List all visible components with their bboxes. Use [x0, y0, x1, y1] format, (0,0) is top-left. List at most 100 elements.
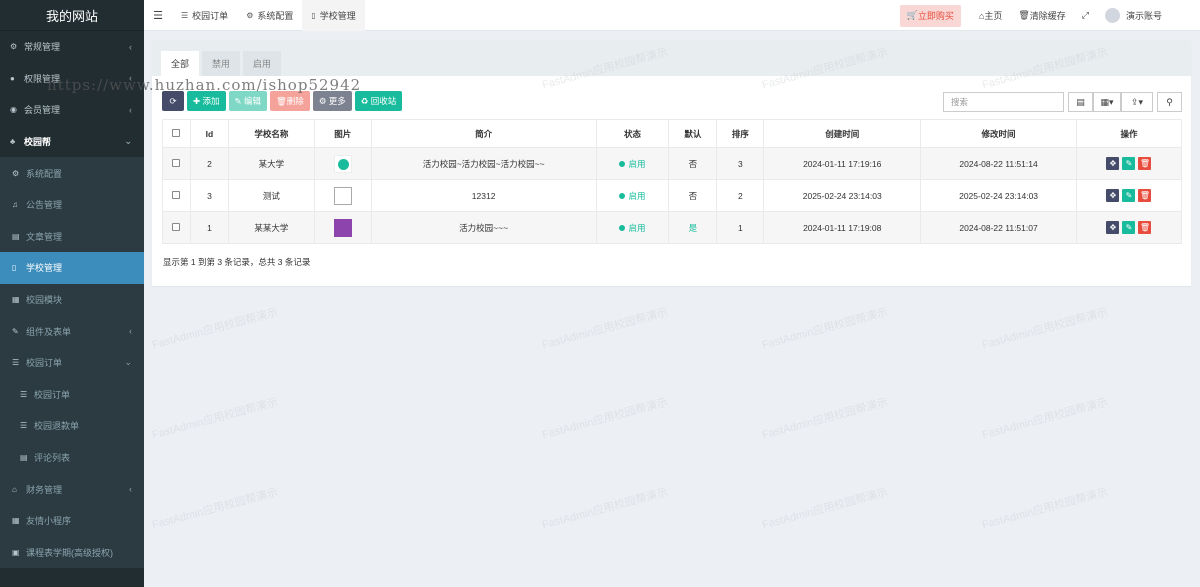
refresh-button[interactable]: ⟳ — [162, 91, 184, 111]
school-image[interactable] — [333, 186, 352, 205]
col-sort[interactable]: 排序 — [716, 119, 765, 148]
watermark: FastAdmin应用校园帮演示 — [150, 396, 280, 442]
delete-row-icon[interactable]: 🗑 — [1138, 189, 1152, 202]
school-image[interactable] — [333, 218, 352, 237]
menu-toggle-icon[interactable]: ☰ — [144, 9, 172, 22]
col-actions: 操作 — [1075, 119, 1183, 148]
pencil-icon: ✎ — [234, 95, 244, 106]
sidebar-item-orders-group[interactable]: ☰ 校园订单 ⌄ — [0, 346, 144, 379]
col-created: 创建时间 — [763, 119, 922, 148]
table-row[interactable]: 2 某大学 活力校园~活力校园~活力校园~~ 启用 否 3 2024-01-11… — [162, 147, 1183, 180]
delete-button[interactable]: 🗑 删除 — [270, 91, 310, 111]
avatar — [1104, 8, 1120, 23]
delete-row-icon[interactable]: 🗑 — [1138, 221, 1152, 234]
sidebar-item-refunds[interactable]: ☰ 校园退款单 — [0, 410, 144, 442]
clear-cache-link[interactable]: 🗑 清除缓存 — [1010, 0, 1073, 31]
edit-row-icon[interactable]: ✎ — [1122, 189, 1136, 202]
export-icon[interactable]: ⇪▾ — [1121, 92, 1153, 112]
tab-campus-orders[interactable]: ☰ 校园订单 — [172, 0, 237, 31]
sidebar-item-module[interactable]: ▦ 校园模块 — [0, 283, 144, 316]
drag-sort-icon[interactable]: ✥ — [1106, 189, 1120, 202]
sidebar-item-miniapp[interactable]: ▦ 友情小程序 — [0, 504, 144, 537]
watermark: FastAdmin应用校园帮演示 — [760, 396, 890, 442]
edit-button[interactable]: ✎ 编辑 — [228, 91, 267, 111]
col-default: 默认 — [668, 119, 718, 148]
table-row[interactable]: 3 测试 12312 启用 否 2 2025-02-24 23:14:03 20… — [162, 179, 1183, 212]
sidebar-item-comments[interactable]: ▤ 评论列表 — [0, 441, 144, 474]
school-image[interactable] — [333, 154, 352, 173]
row-checkbox[interactable] — [172, 158, 181, 167]
edit-icon: ✎ — [12, 326, 19, 336]
select-all-checkbox[interactable] — [172, 128, 181, 137]
sidebar-item-components[interactable]: ✎ 组件及表单 ‹ — [0, 315, 144, 347]
sidebar-item-orders[interactable]: ☰ 校园订单 — [0, 378, 144, 411]
status-dot-icon — [619, 225, 626, 232]
col-desc: 简介 — [370, 119, 597, 148]
users-icon: ● — [10, 73, 15, 83]
home-link[interactable]: ⌂ 主页 — [971, 0, 1010, 31]
tab-disabled[interactable]: 禁用 — [202, 51, 241, 76]
th-icon: ▦ — [12, 516, 20, 526]
add-button[interactable]: ✚ 添加 — [187, 91, 226, 111]
buy-now-button[interactable]: 🛒 立即购买 — [899, 4, 961, 27]
tab-all[interactable]: 全部 — [161, 51, 200, 76]
sidebar-item-sysconfig[interactable]: ⚙ 系统配置 — [0, 157, 144, 189]
sidebar-item-school[interactable]: ▯ 学校管理 — [0, 252, 144, 284]
edit-row-icon[interactable]: ✎ — [1122, 157, 1136, 170]
columns-icon[interactable]: ▦▾ — [1093, 92, 1121, 112]
sidebar-item-general[interactable]: ⚙ 常规管理 ‹ — [0, 31, 144, 63]
site-logo[interactable]: 我的网站 — [0, 0, 144, 31]
watermark: FastAdmin应用校园帮演示 — [760, 306, 890, 352]
search-toggle-icon[interactable]: ⚲ — [1157, 92, 1182, 112]
row-checkbox[interactable] — [172, 222, 181, 231]
recycle-bin-button[interactable]: ♻ 回收站 — [354, 91, 403, 111]
table-header: Id 学校名称 图片 简介 状态 默认 排序 创建时间 修改时间 操作 — [162, 119, 1183, 148]
chevron-down-icon: ⌄ — [124, 357, 132, 368]
col-name[interactable]: 学校名称 — [227, 119, 315, 148]
fullscreen-icon[interactable]: ⤢ — [1074, 0, 1097, 31]
row-checkbox[interactable] — [172, 190, 181, 199]
chevron-left-icon: ‹ — [129, 326, 132, 337]
delete-row-icon[interactable]: 🗑 — [1138, 157, 1152, 170]
more-button[interactable]: ⚙ 更多 — [312, 91, 352, 111]
status-badge: 启用 — [628, 158, 646, 169]
cogs-icon: ⚙ — [10, 42, 18, 52]
bank-icon: ⌂ — [12, 484, 17, 494]
pagination-info: 显示第 1 到第 3 条记录，总共 3 条记录 — [163, 257, 311, 267]
refresh-icon: ⟳ — [169, 95, 177, 106]
account-menu[interactable]: 演示账号 — [1097, 0, 1200, 31]
calendar-icon: ▣ — [12, 547, 20, 557]
list-alt-icon: ▤ — [20, 453, 28, 463]
sidebar-item-notice[interactable]: ♫ 公告管理 — [0, 188, 144, 221]
drag-sort-icon[interactable]: ✥ — [1106, 157, 1120, 170]
edit-row-icon[interactable]: ✎ — [1122, 221, 1136, 234]
sidebar-item-campus[interactable]: ♣ 校园帮 ⌄ — [0, 126, 144, 158]
chevron-left-icon: ‹ — [129, 484, 132, 495]
sidebar-item-article[interactable]: ▤ 文章管理 — [0, 220, 144, 253]
watermark: FastAdmin应用校园帮演示 — [540, 396, 670, 442]
tab-enabled[interactable]: 启用 — [243, 51, 282, 76]
col-updated: 修改时间 — [920, 119, 1077, 148]
watermark: FastAdmin应用校园帮演示 — [540, 486, 670, 532]
cogs-icon: ⚙ — [246, 10, 254, 20]
sidebar-item-member[interactable]: ◉ 会员管理 ‹ — [0, 94, 144, 126]
sidebar-item-schedule[interactable]: ▣ 课程表学期(高级授权) — [0, 536, 144, 569]
watermark: FastAdmin应用校园帮演示 — [540, 306, 670, 352]
search-input[interactable]: 搜索 — [943, 92, 1064, 112]
cart-icon: 🛒 — [906, 10, 918, 20]
watermark: FastAdmin应用校园帮演示 — [980, 306, 1110, 352]
sidebar-item-finance[interactable]: ⌂ 财务管理 ‹ — [0, 473, 144, 505]
table-toolbar: ⟳ ✚ 添加 ✎ 编辑 🗑 删除 ⚙ 更多 ♻ 回收站 — [162, 91, 405, 111]
list-icon: ☰ — [12, 358, 20, 368]
toggle-view-icon[interactable]: ▤ — [1068, 92, 1093, 112]
list-icon: ☰ — [181, 10, 189, 20]
col-id[interactable]: Id — [189, 119, 229, 148]
user-circle-icon: ◉ — [10, 105, 17, 115]
tab-sysconfig[interactable]: ⚙ 系统配置 — [237, 0, 302, 31]
chevron-down-icon: ⌄ — [124, 136, 132, 147]
bell-icon: ♫ — [12, 200, 18, 210]
tab-school-management[interactable]: ▯ 学校管理 — [302, 0, 365, 31]
table-row[interactable]: 1 某某大学 活力校园~~~ 启用 是 1 2024-01-11 17:19:0… — [162, 211, 1183, 244]
drag-sort-icon[interactable]: ✥ — [1106, 221, 1120, 234]
file-icon: ▯ — [12, 263, 17, 273]
